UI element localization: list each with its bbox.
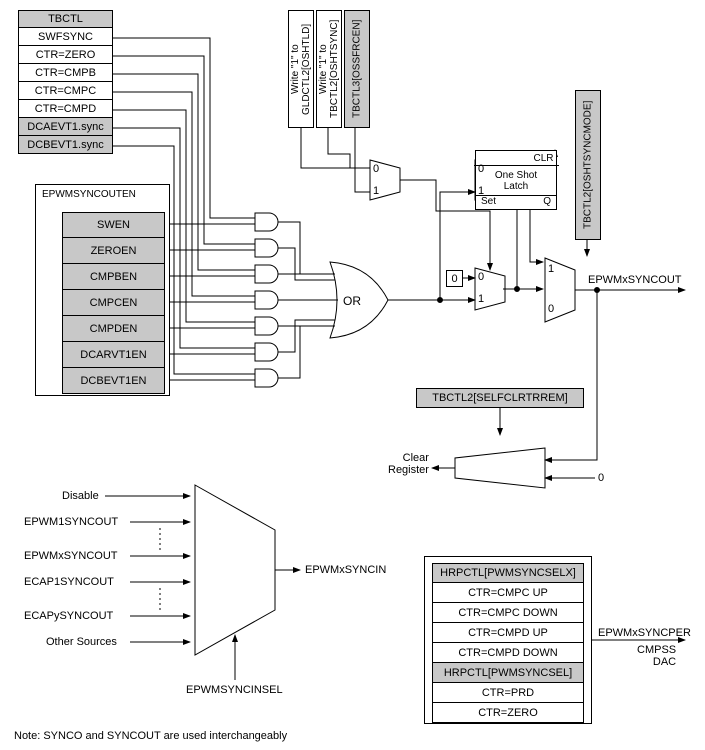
syncin-epwm1: EPWM1SYNCOUT	[24, 516, 118, 528]
sp-cmpd-down: CTR=CMPD DOWN	[432, 643, 584, 663]
sig-ctr-cmpb: CTR=CMPB	[18, 64, 113, 82]
sp-cmpd-up: CTR=CMPD UP	[432, 623, 584, 643]
latch-set: Set	[481, 196, 496, 209]
tbctl-header: TBCTL	[18, 10, 113, 28]
sp-ctr-prd: CTR=PRD	[432, 683, 584, 703]
sp-ctr-zero: CTR=ZERO	[432, 703, 584, 723]
syncin-ecapy: ECAPySYNCOUT	[24, 610, 113, 622]
sig-ctr-zero: CTR=ZERO	[18, 46, 113, 64]
hrpctl-pwmsyncsel: HRPCTL[PWMSYNCSEL]	[432, 663, 584, 683]
latch-title: One Shot Latch	[495, 166, 537, 195]
epwmxsyncper-label: EPWMxSYNCPER	[598, 627, 691, 639]
clear-register-label: Clear Register	[388, 452, 429, 476]
sig-swfsync: SWFSYNC	[18, 28, 113, 46]
write-gldctl2: Write "1" to GLDCTL2[OSHTLD]	[288, 10, 314, 128]
muxtop-1: 1	[478, 185, 484, 197]
tbctl2-selfclrtrrem: TBCTL2[SELFCLRTRREM]	[416, 388, 584, 408]
en-dcbevt1en: DCBEVT1EN	[62, 368, 165, 394]
muxbot-0: 0	[478, 271, 484, 283]
syncinsel-label: EPWMSYNCINSEL	[186, 684, 283, 696]
footnote: Note: SYNCO and SYNCOUT are used interch…	[14, 730, 287, 742]
en-swen: SWEN	[62, 212, 165, 238]
sig-dcaevt1: DCAEVT1.sync	[18, 118, 113, 136]
cmpss-dac-label: CMPSS DAC	[637, 644, 676, 668]
sig-ctr-cmpd: CTR=CMPD	[18, 100, 113, 118]
syncin-out-label: EPWMxSYNCIN	[305, 564, 386, 576]
sig-ctr-cmpc: CTR=CMPC	[18, 82, 113, 100]
en-dcarvt1en: DCARVT1EN	[62, 342, 165, 368]
zero-literal: 0	[446, 270, 463, 287]
muxbot-1: 1	[478, 293, 484, 305]
syncin-epwmx: EPWMxSYNCOUT	[24, 550, 118, 562]
muxwrite-0: 0	[373, 163, 379, 175]
epwmxsyncout-label: EPWMxSYNCOUT	[588, 274, 682, 286]
tbctl3-ossfrcen: TBCTL3[OSSFRCEN]	[344, 10, 370, 128]
hrpctl-pwmsyncselx: HRPCTL[PWMSYNCSELX]	[432, 563, 584, 583]
write-tbctl2: Write "1" to TBCTL2[OSHTSYNC]	[316, 10, 342, 128]
tbctl2-oshtsyncmode: TBCTL2[OSHTSYNCMODE]	[575, 90, 601, 240]
sig-dcbevt1: DCBEVT1.sync	[18, 136, 113, 154]
en-cmpcen: CMPCEN	[62, 290, 165, 316]
syncin-disable: Disable	[62, 490, 99, 502]
enable-fields: SWEN ZEROEN CMPBEN CMPCEN CMPDEN DCARVT1…	[62, 212, 165, 394]
sp-cmpc-down: CTR=CMPC DOWN	[432, 603, 584, 623]
syncin-other: Other Sources	[46, 636, 117, 648]
syncper-fields: HRPCTL[PWMSYNCSELX] CTR=CMPC UP CTR=CMPC…	[432, 563, 584, 723]
en-cmpben: CMPBEN	[62, 264, 165, 290]
sp-cmpc-up: CTR=CMPC UP	[432, 583, 584, 603]
clearmux-zero: 0	[598, 472, 604, 484]
tbctl-signals: TBCTL SWFSYNC CTR=ZERO CTR=CMPB CTR=CMPC…	[18, 10, 113, 154]
muxtop-0: 0	[478, 163, 484, 175]
syncin-ecap1: ECAP1SYNCOUT	[24, 576, 114, 588]
latch-clr: CLR	[474, 151, 559, 166]
muxout-1: 1	[548, 263, 554, 275]
or-label: OR	[343, 294, 361, 308]
muxout-0: 0	[548, 303, 554, 315]
epwmsyncouten-label: EPWMSYNCOUTEN	[42, 189, 136, 200]
muxwrite-1: 1	[373, 185, 379, 197]
latch-q: Q	[543, 196, 551, 209]
en-zeroen: ZEROEN	[62, 238, 165, 264]
en-cmpden: CMPDEN	[62, 316, 165, 342]
one-shot-latch: CLR One Shot Latch Set Q	[475, 150, 557, 210]
